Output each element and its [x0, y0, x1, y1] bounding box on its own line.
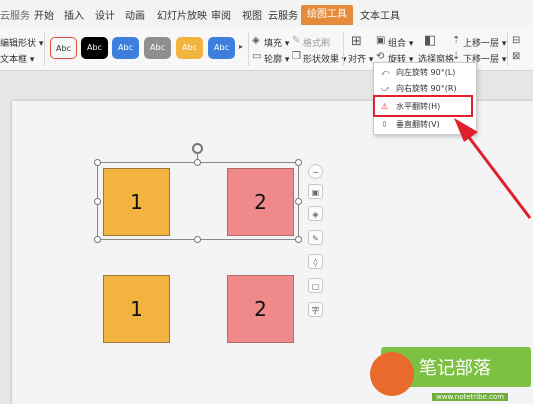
align-icon: ⊞ [351, 34, 362, 49]
style-swatch-black[interactable]: Abc [81, 37, 108, 59]
ribbon-divider [44, 32, 45, 66]
outline-icon: ▭ [252, 51, 262, 62]
menu-item-label: 向右旋转 90°(R) [396, 84, 457, 93]
border-icon[interactable]: ▢ [308, 278, 323, 293]
resize-handle-n[interactable] [194, 159, 201, 166]
shape-style-icon[interactable]: ▣ [308, 184, 323, 199]
tab-drawing-tools[interactable]: 绘图工具 [301, 5, 353, 25]
menu-item-label: 垂直翻转(V) [396, 120, 440, 129]
bring-forward-button[interactable]: 上移一层 ▾ [463, 36, 506, 49]
fill-bucket-icon[interactable]: ◊ [308, 254, 323, 269]
resize-handle-e[interactable] [295, 198, 302, 205]
send-backward-icon: ⇣ [452, 51, 461, 62]
style-swatch-gray[interactable]: Abc [144, 37, 171, 59]
logo-pen-icon [370, 352, 414, 396]
textbox-button[interactable]: 文本框 ▾ [0, 52, 34, 65]
style-swatch-orange[interactable]: Abc [176, 37, 203, 59]
bring-forward-icon: ⇡ [452, 35, 461, 46]
edit-shape-button[interactable]: 编辑形状 ▾ [0, 36, 43, 49]
selection-pane-icon: ◧ [424, 33, 437, 48]
tab-view[interactable]: 视图 [242, 7, 262, 22]
arrow-head [454, 118, 478, 142]
resize-handle-w[interactable] [94, 198, 101, 205]
resize-handle-nw[interactable] [94, 159, 101, 166]
rotate-right-icon: ⤻ [381, 84, 390, 93]
fill-button[interactable]: 填充 ▾ [264, 36, 289, 49]
style-swatch-blue[interactable]: Abc [112, 37, 139, 59]
tab-slideshow[interactable]: 幻灯片放映 [157, 7, 207, 22]
shape-effect-button[interactable]: 形状效果 ▾ [303, 52, 346, 65]
tab-design[interactable]: 设计 [95, 7, 115, 22]
style-swatch-white[interactable]: Abc [50, 37, 77, 59]
align-button[interactable]: 对齐 ▾ [348, 52, 373, 65]
group-button[interactable]: 组合 ▾ [388, 36, 413, 49]
ribbon-divider [343, 32, 344, 66]
ribbon-divider [248, 32, 249, 66]
menu-item-rotate-right[interactable]: ⤻ 向右旋转 90°(R) [375, 81, 473, 96]
logo-url: www.notetribe.com [432, 393, 509, 401]
shape-square-2-bottom[interactable]: 2 [227, 275, 294, 343]
flip-vertical-icon: ⇳ [381, 120, 388, 129]
tab-insert[interactable]: 插入 [64, 7, 84, 22]
resize-handle-s[interactable] [194, 236, 201, 243]
resize-handle-ne[interactable] [295, 159, 302, 166]
menu-item-label: 向左旋转 90°(L) [396, 68, 456, 77]
more-tools-icon-2[interactable]: ⊠ [512, 51, 520, 62]
tab-cloud-service[interactable]: 云服务 [268, 7, 298, 22]
selection-frame [97, 162, 299, 240]
outline-button[interactable]: 轮廓 ▾ [264, 52, 289, 65]
rotate-handle-icon[interactable] [192, 143, 203, 154]
shape-effect-icon: ❒ [292, 51, 301, 62]
text-icon[interactable]: 字 [308, 302, 323, 317]
more-tools-icon[interactable]: ⊟ [512, 35, 520, 46]
arrow-shaft [466, 135, 532, 219]
resize-handle-se[interactable] [295, 236, 302, 243]
watermark-logo: 笔记部落 www.notetribe.com [370, 347, 533, 404]
annotation-arrow [454, 118, 532, 219]
format-painter-button[interactable]: 格式刷 [303, 36, 330, 49]
group-icon: ▣ [376, 35, 386, 46]
tab-home[interactable]: 开始 [34, 7, 54, 22]
ribbon-divider [507, 32, 508, 66]
collapse-icon[interactable]: − [308, 164, 323, 179]
menu-item-rotate-left[interactable]: ⤺ 向左旋转 90°(L) [375, 65, 473, 80]
swatch-more-arrow-icon[interactable]: ▸ [239, 42, 243, 51]
tab-animation[interactable]: 动画 [125, 7, 145, 22]
fill-icon: ◈ [252, 35, 260, 46]
format-painter-icon: ✎ [292, 35, 301, 46]
ribbon-tab-bar: 云服务 开始 插入 设计 动画 幻灯片放映 审阅 视图 云服务 绘图工具 文本工… [0, 0, 533, 26]
tab-cloud-left[interactable]: 云服务 [0, 7, 30, 22]
tab-review[interactable]: 审阅 [211, 7, 231, 22]
pen-icon[interactable]: ✎ [308, 230, 323, 245]
tab-text-tools[interactable]: 文本工具 [360, 7, 400, 22]
style-swatch-blue-2[interactable]: Abc [208, 37, 235, 59]
layers-icon[interactable]: ◈ [308, 206, 323, 221]
rotate-icon: ⟲ [376, 51, 385, 62]
shape-square-1-bottom[interactable]: 1 [103, 275, 170, 343]
logo-title: 笔记部落 [419, 358, 491, 379]
resize-handle-sw[interactable] [94, 236, 101, 243]
rotate-left-icon: ⤺ [381, 68, 390, 77]
